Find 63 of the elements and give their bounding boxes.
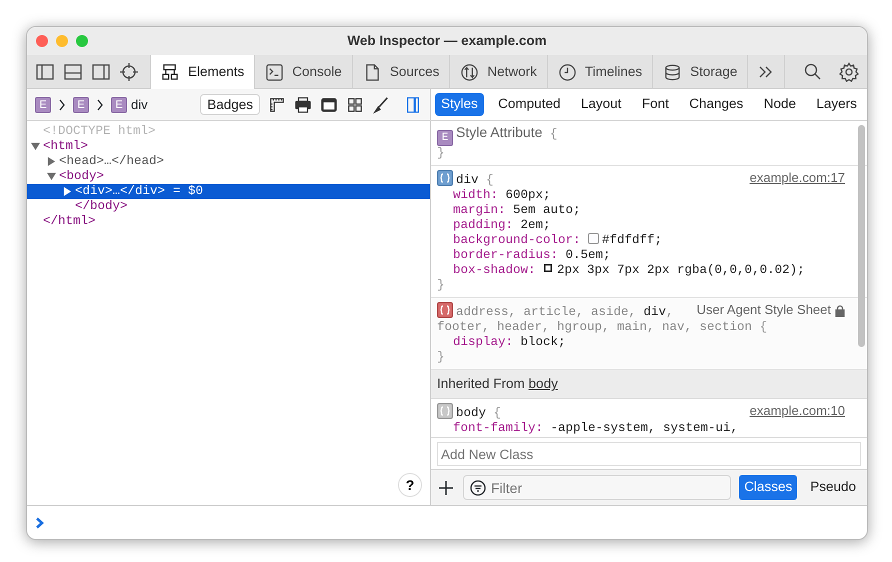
property-value[interactable]: -apple-system, system-ui, — [550, 421, 738, 436]
property-value[interactable]: 2em; — [520, 218, 551, 232]
element-badge: E — [35, 96, 51, 112]
css-selector[interactable]: address, article, aside, div, — [456, 305, 674, 319]
property-value[interactable]: block; — [520, 335, 566, 349]
property-name[interactable]: background-color: — [453, 233, 581, 247]
node-variable: = $0 — [173, 184, 204, 199]
filter-field[interactable]: Filter — [463, 475, 732, 500]
sidebar-tab[interactable]: Font — [636, 93, 675, 116]
property-value[interactable]: #fdfdff; — [602, 233, 662, 247]
source-link[interactable]: example.com:17 — [750, 170, 845, 185]
property-value[interactable]: 600px; — [506, 188, 551, 202]
brace: } — [437, 278, 445, 292]
tab[interactable]: Elements — [151, 55, 256, 89]
css-selector[interactable]: body — [456, 406, 486, 420]
property-name[interactable]: font-family: — [453, 421, 544, 436]
element-badge: E — [73, 96, 89, 112]
filter-toggle-button[interactable]: Classes — [739, 475, 798, 500]
add-class-field[interactable]: Add New Class — [437, 442, 861, 466]
property-name[interactable]: padding: — [453, 218, 514, 232]
property-name[interactable]: box-shadow: — [453, 263, 536, 277]
brace: } — [437, 350, 445, 364]
brace: } — [437, 146, 445, 160]
css-selector[interactable]: Style Attribute — [456, 124, 542, 140]
dom-node-text[interactable]: <html> — [43, 139, 88, 154]
sidebar-tab[interactable]: Node — [758, 93, 802, 116]
property-name[interactable]: margin: — [453, 203, 506, 217]
badges-button[interactable]: Badges — [200, 94, 260, 115]
dom-node-text[interactable]: <body> — [59, 169, 104, 184]
help-button[interactable]: ? — [398, 473, 422, 497]
brace: { — [550, 127, 558, 141]
brace: { — [486, 173, 494, 187]
source-link[interactable]: example.com:10 — [750, 403, 845, 418]
dom-node-text[interactable]: </body> — [75, 199, 128, 214]
sidebar-tab[interactable]: Layout — [574, 93, 628, 116]
css-selector[interactable]: div — [456, 173, 479, 187]
tab[interactable]: Timelines — [548, 55, 654, 89]
dom-node-text[interactable]: <head>…</head> — [59, 154, 164, 169]
brace: { — [760, 320, 768, 334]
sidebar-tab[interactable]: Changes — [683, 93, 750, 116]
property-value[interactable]: 0.5em; — [566, 248, 611, 262]
selected-tree-row[interactable]: <div>…</div> = $0 — [27, 184, 430, 199]
tab[interactable]: Storage — [653, 55, 748, 89]
brace: { — [494, 406, 502, 420]
property-value[interactable]: 2px 3px 7px 2px rgba(0,0,0,0.02); — [557, 263, 805, 277]
stylesheet-origin: User Agent Style Sheet — [696, 302, 845, 317]
inherited-from-label: Inherited From body — [437, 376, 558, 391]
inherited-link[interactable]: body — [528, 376, 558, 391]
dom-node-text[interactable]: <div>…</div> — [75, 184, 166, 199]
element-badge: E — [437, 130, 453, 146]
sidebar-tab[interactable]: Layers — [810, 93, 863, 116]
element-badge: E — [111, 96, 127, 112]
filter-toggle-button[interactable]: Pseudo — [805, 475, 861, 500]
sidebar-tab[interactable]: Styles — [435, 93, 484, 116]
tab[interactable]: Network — [450, 55, 548, 89]
property-name[interactable]: display: — [453, 335, 514, 349]
property-name[interactable]: border-radius: — [453, 248, 558, 262]
breadcrumb-label[interactable]: div — [131, 94, 148, 114]
dom-node-text[interactable]: </html> — [43, 214, 96, 229]
property-name[interactable]: width: — [453, 188, 498, 202]
sidebar-tab[interactable]: Computed — [492, 93, 566, 116]
property-value[interactable]: 5em auto; — [513, 203, 581, 217]
window-title: Web Inspector — example.com — [347, 32, 547, 50]
